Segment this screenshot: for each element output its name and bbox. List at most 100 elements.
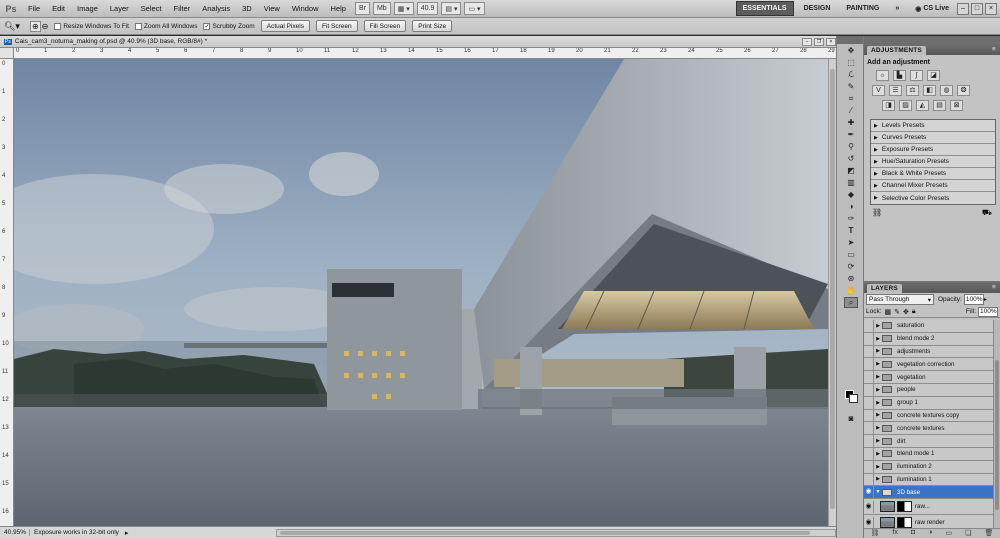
minibridge-button[interactable]: Mb [372, 2, 391, 15]
shape-tool-icon[interactable]: ▭ [844, 249, 858, 260]
expand-arrow-icon[interactable]: ▼ [874, 489, 882, 495]
gradient-tool-icon[interactable]: ▥ [844, 177, 858, 188]
workspace-painting[interactable]: PAINTING [840, 1, 885, 16]
menu-analysis[interactable]: Analysis [196, 4, 236, 13]
3d-rotate-tool-icon[interactable]: ⟳ [844, 261, 858, 272]
view-extras-dropdown[interactable]: ▦ ▾ [393, 2, 414, 15]
tools-panel-grip[interactable] [837, 36, 863, 44]
cs-live-button[interactable]: ◉ CS Live [909, 1, 955, 16]
layer-row[interactable]: ▶ saturation [864, 320, 993, 333]
scroll-thumb[interactable] [995, 360, 999, 510]
menu-view[interactable]: View [258, 4, 286, 13]
photo-filter-icon[interactable]: ◍ [940, 85, 953, 96]
visibility-eye-icon[interactable] [864, 320, 874, 332]
preset-hue-saturation[interactable]: ▶ Hue/Saturation Presets [871, 156, 995, 168]
new-layer-icon[interactable]: ❏ [965, 529, 971, 538]
actual-pixels-button[interactable]: Actual Pixels [260, 20, 310, 32]
pen-tool-icon[interactable]: ✑ [844, 213, 858, 224]
channel-mixer-icon[interactable]: ❂ [957, 85, 970, 96]
layer-row[interactable]: ▶ blend mode 2 [864, 332, 993, 346]
fit-screen-button[interactable]: Fit Screen [315, 20, 358, 32]
zoom-all-windows-checkbox[interactable]: Zoom All Windows [134, 22, 197, 30]
vertical-scrollbar[interactable] [828, 59, 836, 526]
preset-selective-color[interactable]: ▶ Selective Color Presets [871, 192, 995, 204]
menu-help[interactable]: Help [325, 4, 352, 13]
screen-mode-dropdown[interactable]: ▭ ▾ [464, 2, 485, 15]
vertical-ruler[interactable]: 0 1 2 3 4 5 6 7 8 9 10 11 12 13 14 15 16 [0, 59, 14, 526]
expand-arrow-icon[interactable]: ▶ [874, 400, 882, 406]
move-tool-icon[interactable]: ✥ [844, 45, 858, 56]
curves-icon[interactable]: ∫ [910, 70, 923, 81]
lock-all-icon[interactable]: 🔒︎ [912, 308, 916, 316]
preset-black-white[interactable]: ▶ Black & White Presets [871, 168, 995, 180]
history-brush-tool-icon[interactable]: ↺ [844, 153, 858, 164]
layer-style-icon[interactable]: fx [892, 529, 897, 538]
visibility-eye-icon[interactable]: ◉ [864, 516, 874, 528]
brush-tool-icon[interactable]: ✒ [844, 129, 858, 140]
fill-screen-button[interactable]: Fill Screen [363, 20, 407, 32]
panel-options-icon[interactable]: ⛟ [982, 208, 992, 218]
layer-row[interactable]: ▶ concrete textures [864, 422, 993, 436]
invert-icon[interactable]: ◨ [882, 100, 895, 111]
blur-tool-icon[interactable]: ◆ [844, 189, 858, 200]
close-button[interactable]: × [985, 2, 997, 15]
layer-row[interactable]: ▶ ilumination 2 [864, 460, 993, 474]
visibility-eye-icon[interactable] [864, 409, 874, 422]
visibility-eye-icon[interactable] [864, 447, 874, 460]
doc-minimize-button[interactable]: – [802, 37, 812, 46]
expand-arrow-icon[interactable]: ▶ [874, 451, 882, 457]
expand-arrow-icon[interactable]: ▶ [874, 438, 882, 444]
panel-dock-grip[interactable] [864, 36, 1000, 44]
layer-row[interactable]: ▶ concrete textures copy [864, 409, 993, 423]
opacity-input[interactable]: 100% [963, 294, 984, 305]
scroll-thumb[interactable] [280, 530, 810, 535]
hue-saturation-icon[interactable]: ☰ [889, 85, 902, 96]
clone-stamp-tool-icon[interactable]: ⚲ [844, 141, 858, 152]
levels-icon[interactable]: ▙ [893, 70, 906, 81]
lasso-tool-icon[interactable]: ℒ [844, 69, 858, 80]
threshold-icon[interactable]: ◭ [916, 100, 929, 111]
layers-scrollbar[interactable] [993, 320, 1000, 528]
gradient-map-icon[interactable]: ▤ [933, 100, 946, 111]
layer-row[interactable]: ◉ raw render [864, 515, 993, 528]
doc-restore-button[interactable]: ❐ [814, 37, 824, 46]
document-canvas[interactable] [14, 59, 828, 526]
status-menu-arrow-icon[interactable]: ▸ [125, 529, 129, 537]
visibility-eye-icon[interactable] [864, 371, 874, 384]
minimize-button[interactable]: – [957, 2, 969, 15]
visibility-eye-icon[interactable] [864, 345, 874, 358]
menu-layer[interactable]: Layer [104, 4, 135, 13]
horizontal-ruler[interactable]: 0 1 2 3 4 5 6 7 8 9 10 11 12 13 14 15 16 17 18 19 20 21 22 23 24… [14, 48, 836, 59]
doc-close-button[interactable]: × [826, 37, 836, 46]
quick-mask-icon[interactable]: ◙ [844, 413, 858, 424]
workspace-design[interactable]: DESIGN [798, 1, 837, 16]
maximize-button[interactable]: □ [971, 2, 983, 15]
more-workspaces-button[interactable]: » [889, 1, 905, 16]
posterize-icon[interactable]: ▨ [899, 100, 912, 111]
delete-layer-icon[interactable]: 🗑︎ [985, 529, 994, 538]
preset-channel-mixer[interactable]: ▶ Channel Mixer Presets [871, 180, 995, 192]
expand-arrow-icon[interactable]: ▶ [874, 464, 882, 470]
healing-brush-tool-icon[interactable]: ✚ [844, 117, 858, 128]
expand-arrow-icon[interactable]: ▶ [874, 476, 882, 482]
marquee-tool-icon[interactable]: ⬚ [844, 57, 858, 68]
print-size-button[interactable]: Print Size [412, 20, 453, 32]
menu-window[interactable]: Window [286, 4, 325, 13]
layer-row[interactable]: ▶ people [864, 383, 993, 397]
menu-image[interactable]: Image [71, 4, 104, 13]
expand-arrow-icon[interactable]: ▶ [874, 425, 882, 431]
visibility-eye-icon[interactable] [864, 358, 874, 371]
zoom-level-field[interactable]: 40.9 [416, 2, 439, 15]
eyedropper-tool-icon[interactable]: ⁄ [844, 105, 858, 116]
clip-layers-icon[interactable]: ⛓ [872, 208, 882, 218]
menu-3d[interactable]: 3D [236, 4, 258, 13]
lock-transparency-icon[interactable]: ▩ [885, 308, 892, 316]
preset-levels[interactable]: ▶ Levels Presets [871, 120, 995, 132]
vibrance-icon[interactable]: V [872, 85, 885, 96]
link-layers-icon[interactable]: ⛓ [871, 529, 880, 538]
document-tab[interactable]: Ps Cais_cam3_noturna_making of.psd @ 40.… [0, 36, 836, 48]
zoom-out-icon[interactable]: ⊖ [42, 22, 49, 31]
fill-input[interactable]: 100% [978, 306, 998, 317]
background-color-swatch[interactable] [849, 394, 858, 403]
preset-curves[interactable]: ▶ Curves Presets [871, 132, 995, 144]
